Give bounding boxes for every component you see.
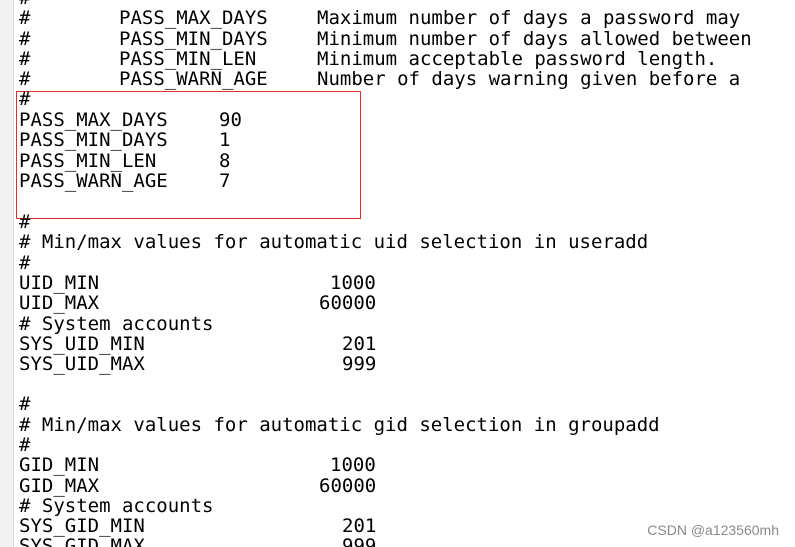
setting-line-uid-min: UID_MIN 1000	[19, 273, 376, 293]
setting-line-pass-min-len: PASS_MIN_LEN 8	[19, 151, 230, 171]
comment-hash: #	[19, 28, 31, 50]
comment-key: PASS_MAX_DAYS	[119, 7, 268, 29]
system-accounts-comment-line: # System accounts	[19, 313, 214, 335]
setting-value: 1000	[330, 272, 376, 294]
comment-desc: Minimum acceptable password length.	[317, 48, 718, 70]
watermark: CSDN @a123560mh	[647, 522, 779, 538]
setting-key: GID_MAX	[19, 475, 100, 497]
comment-desc: Minimum number of days allowed between	[317, 28, 752, 50]
setting-line-sys-uid-max: SYS_UID_MAX 999	[19, 354, 376, 374]
comment-hash: #	[19, 7, 31, 29]
setting-line-gid-max: GID_MAX 60000	[19, 476, 376, 496]
setting-key: PASS_MIN_DAYS	[19, 129, 168, 151]
setting-value: 7	[219, 170, 231, 192]
setting-key: SYS_GID_MIN	[19, 515, 145, 537]
setting-key: PASS_MIN_LEN	[19, 150, 157, 172]
hash-line: #	[19, 393, 31, 415]
hash-line: #	[19, 252, 31, 274]
comment-desc: Number of days warning given before a	[317, 68, 741, 90]
gid-comment-line: # Min/max values for automatic gid selec…	[19, 414, 660, 436]
setting-key: SYS_GID_MAX	[19, 535, 145, 547]
setting-value: 999	[342, 353, 377, 375]
setting-value: 60000	[319, 475, 377, 497]
comment-line-pass-min-days: # PASS_MIN_DAYS Minimum number of days a…	[19, 28, 752, 50]
comment-desc: Maximum number of days a password may	[317, 7, 741, 29]
setting-line-pass-min-days: PASS_MIN_DAYS 1	[19, 130, 230, 150]
setting-line-pass-warn-age: PASS_WARN_AGE 7	[19, 171, 230, 191]
comment-hash: #	[19, 48, 31, 70]
terminal-screen[interactable]: # # PASS_MAX_DAYS Maximum number of days…	[0, 0, 795, 547]
setting-key: GID_MIN	[19, 454, 100, 476]
setting-key: PASS_WARN_AGE	[19, 170, 168, 192]
hash-line: #	[19, 211, 31, 233]
comment-key: PASS_WARN_AGE	[119, 68, 268, 90]
setting-key: SYS_UID_MAX	[19, 353, 145, 375]
uid-comment-line: # Min/max values for automatic uid selec…	[19, 231, 649, 253]
setting-line-sys-gid-max: SYS_GID_MAX 999	[19, 536, 376, 547]
system-accounts-comment-line: # System accounts	[19, 495, 214, 517]
setting-key: UID_MIN	[19, 272, 100, 294]
setting-value: 201	[342, 515, 377, 537]
hash-line: #	[19, 88, 31, 110]
setting-key: SYS_UID_MIN	[19, 333, 145, 355]
comment-hash: #	[19, 68, 31, 90]
setting-value: 201	[342, 333, 377, 355]
comment-key: PASS_MIN_LEN	[119, 48, 257, 70]
comment-line-pass-min-len: # PASS_MIN_LEN Minimum acceptable passwo…	[19, 48, 717, 70]
comment-line-pass-max-days: # PASS_MAX_DAYS Maximum number of days a…	[19, 7, 740, 29]
setting-value: 1000	[330, 454, 376, 476]
setting-value: 8	[219, 150, 231, 172]
hash-line: #	[19, 434, 31, 456]
setting-key: PASS_MAX_DAYS	[19, 109, 168, 131]
setting-line-gid-min: GID_MIN 1000	[19, 455, 376, 475]
setting-line-pass-max-days: PASS_MAX_DAYS 90	[19, 110, 242, 130]
setting-value: 90	[219, 109, 242, 131]
setting-value: 60000	[319, 292, 377, 314]
setting-value: 1	[219, 129, 231, 151]
setting-key: UID_MAX	[19, 292, 100, 314]
window-left-border	[0, 0, 14, 547]
setting-line-uid-max: UID_MAX 60000	[19, 293, 376, 313]
setting-line-sys-gid-min: SYS_GID_MIN 201	[19, 516, 376, 536]
comment-line-pass-warn-age: # PASS_WARN_AGE Number of days warning g…	[19, 68, 740, 90]
comment-key: PASS_MIN_DAYS	[119, 28, 268, 50]
setting-line-sys-uid-min: SYS_UID_MIN 201	[19, 334, 376, 354]
setting-value: 999	[342, 535, 377, 547]
